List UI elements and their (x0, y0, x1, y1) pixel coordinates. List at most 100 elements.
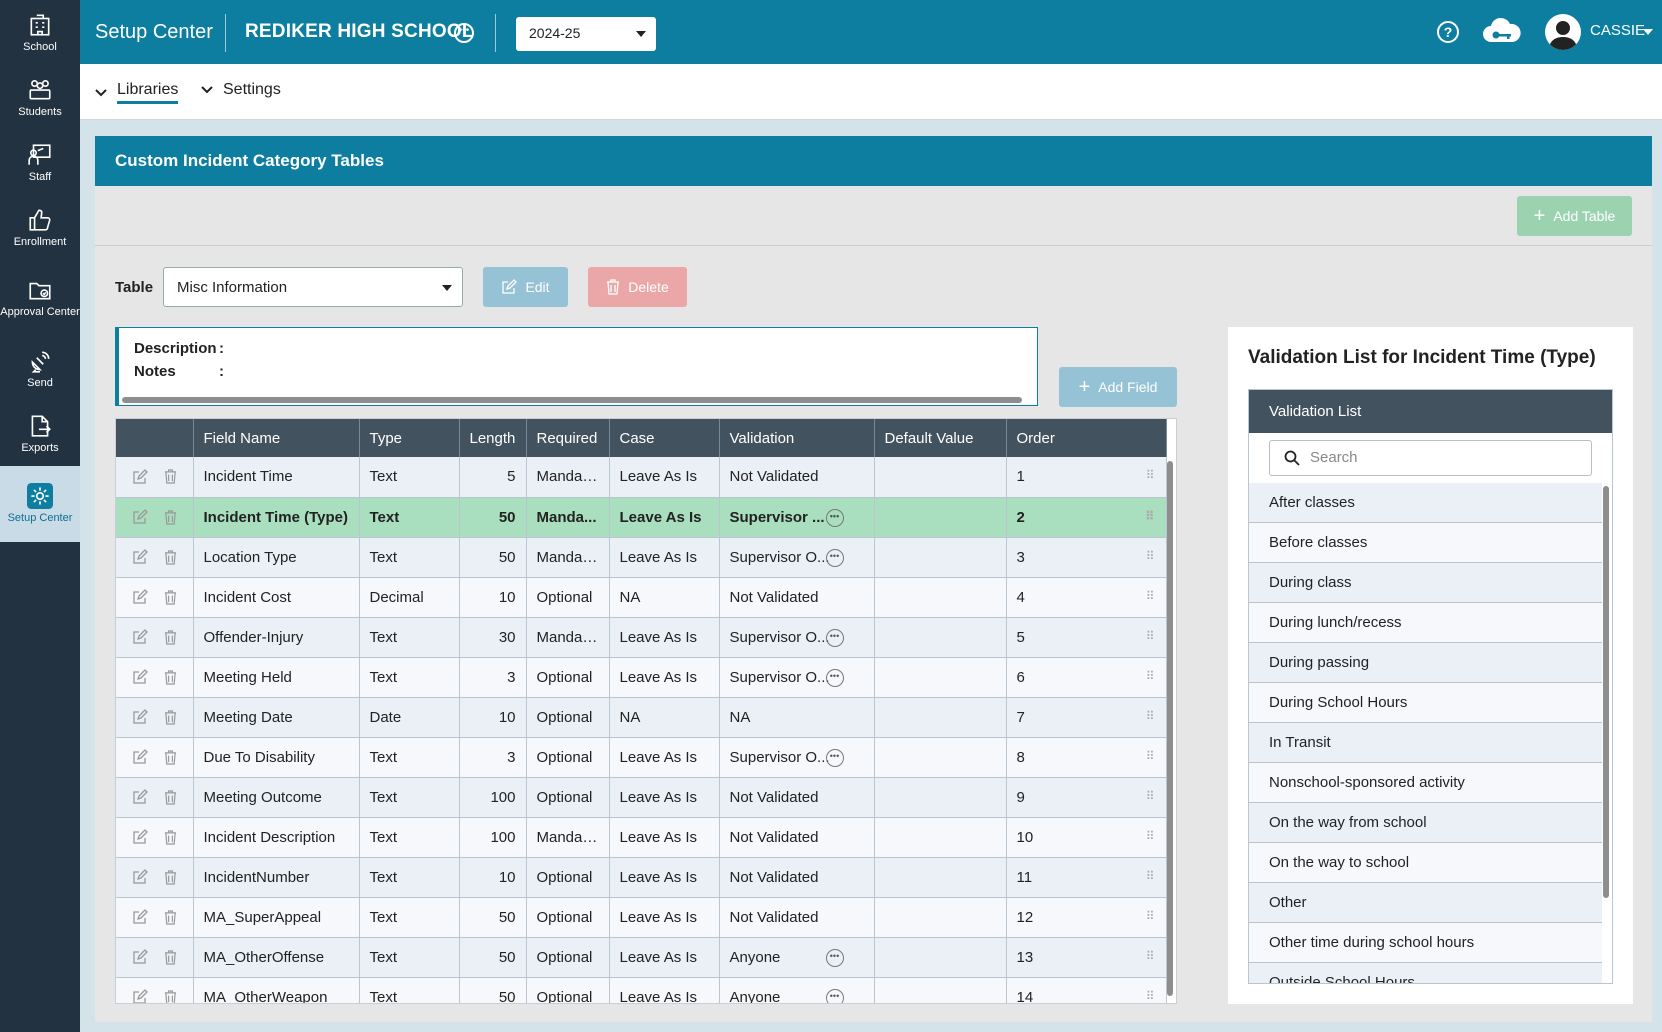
list-item[interactable]: Other time during school hours (1249, 923, 1602, 963)
table-row[interactable]: MA_OtherOffense Text 50 Optional Leave As Is… (116, 937, 1167, 978)
drag-handle-icon[interactable]: ⠿ (1146, 629, 1156, 643)
table-row[interactable]: Offender-Injury Text 30 Mandat... Leave As I… (116, 617, 1167, 658)
trash-icon[interactable] (164, 469, 177, 484)
trash-icon[interactable] (164, 869, 177, 885)
edit-table-button[interactable]: Edit (483, 267, 568, 307)
trash-icon[interactable] (164, 669, 177, 685)
validation-search-input[interactable] (1310, 449, 1580, 466)
trash-icon[interactable] (164, 509, 177, 525)
edit-icon[interactable] (132, 789, 148, 805)
user-name[interactable]: CASSIE (1590, 22, 1645, 39)
horizontal-scrollbar[interactable] (122, 397, 1022, 403)
nav-setup-center[interactable]: Setup Center (0, 466, 80, 542)
vertical-scrollbar[interactable] (1167, 461, 1173, 996)
table-select[interactable]: Misc Information (163, 267, 463, 307)
list-item[interactable]: During lunch/recess (1249, 603, 1602, 643)
trash-icon[interactable] (164, 989, 177, 1005)
trash-icon[interactable] (164, 749, 177, 765)
drag-handle-icon[interactable]: ⠿ (1146, 829, 1156, 843)
table-row[interactable]: Meeting Date Date 10 Optional NA NA 7 ⠿ (116, 697, 1167, 738)
column-header[interactable]: Length (459, 419, 527, 457)
nav-students[interactable]: Students (0, 65, 80, 130)
table-row[interactable]: Incident Time Text 5 Mandat... Leave As Is No… (116, 457, 1167, 498)
drag-handle-icon[interactable]: ⠿ (1146, 709, 1156, 723)
edit-icon[interactable] (132, 949, 148, 965)
more-icon[interactable]: ••• (825, 508, 844, 527)
edit-icon[interactable] (132, 509, 148, 525)
trash-icon[interactable] (164, 549, 177, 565)
drag-handle-icon[interactable]: ⠿ (1146, 669, 1156, 683)
table-row[interactable]: Due To Disability Text 3 Optional Leave As I… (116, 737, 1167, 778)
list-item[interactable]: During School Hours (1249, 683, 1602, 723)
more-icon[interactable]: ••• (825, 668, 844, 687)
drag-handle-icon[interactable]: ⠿ (1146, 989, 1156, 1003)
drag-handle-icon[interactable]: ⠿ (1146, 909, 1156, 923)
more-icon[interactable]: ••• (825, 628, 844, 647)
column-header[interactable]: Order (1006, 419, 1167, 457)
more-icon[interactable]: ••• (825, 948, 844, 967)
drag-handle-icon[interactable]: ⠿ (1146, 949, 1156, 963)
table-row[interactable]: Meeting Held Text 3 Optional Leave As Is Supe… (116, 657, 1167, 698)
drag-handle-icon[interactable]: ⠿ (1146, 549, 1156, 563)
add-field-button[interactable]: + Add Field (1059, 367, 1177, 407)
list-item[interactable]: Outside School Hours (1249, 963, 1602, 983)
more-icon[interactable]: ••• (825, 548, 844, 567)
list-item[interactable]: In Transit (1249, 723, 1602, 763)
drag-handle-icon[interactable]: ⠿ (1145, 509, 1155, 523)
edit-icon[interactable] (132, 869, 148, 885)
chevron-down-icon[interactable] (1643, 29, 1653, 35)
list-item[interactable]: Nonschool-sponsored activity (1249, 763, 1602, 803)
add-table-button[interactable]: + Add Table (1517, 196, 1632, 236)
nav-approval-center[interactable]: Approval Center (0, 260, 80, 336)
trash-icon[interactable] (164, 949, 177, 965)
vertical-scrollbar[interactable] (1603, 486, 1609, 898)
table-row[interactable]: Meeting Outcome Text 100 Optional Leave As I… (116, 777, 1167, 818)
table-row[interactable]: MA_SuperAppeal Text 50 Optional Leave As Is N… (116, 897, 1167, 938)
column-header[interactable]: Default Value (874, 419, 1007, 457)
trash-icon[interactable] (164, 829, 177, 845)
column-header[interactable]: Type (359, 419, 460, 457)
edit-icon[interactable] (132, 749, 148, 765)
nav-enrollment[interactable]: Enrollment (0, 195, 80, 260)
drag-handle-icon[interactable]: ⠿ (1146, 789, 1156, 803)
list-item[interactable]: Before classes (1249, 523, 1602, 563)
edit-icon[interactable] (132, 709, 148, 725)
edit-icon[interactable] (132, 589, 148, 605)
column-header[interactable]: Field Name (193, 419, 360, 457)
tab-libraries[interactable]: Libraries (95, 81, 179, 104)
avatar[interactable] (1545, 14, 1581, 50)
column-header[interactable]: Required (526, 419, 610, 457)
drag-handle-icon[interactable]: ⠿ (1146, 869, 1156, 883)
list-item[interactable]: On the way to school (1249, 843, 1602, 883)
edit-icon[interactable] (132, 669, 148, 685)
table-row[interactable]: Incident Time (Type) Text 50 Manda... Leave … (116, 497, 1167, 538)
more-icon[interactable]: ••• (825, 748, 844, 767)
edit-icon[interactable] (132, 629, 148, 645)
table-row[interactable]: IncidentNumber Text 10 Optional Leave As Is N… (116, 857, 1167, 898)
help-icon[interactable]: ? (1437, 21, 1459, 43)
trash-icon[interactable] (164, 789, 177, 805)
nav-school[interactable]: School (0, 0, 80, 65)
edit-icon[interactable] (132, 549, 148, 565)
trash-icon[interactable] (164, 629, 177, 645)
list-item[interactable]: Other (1249, 883, 1602, 923)
column-header[interactable]: Case (609, 419, 720, 457)
school-more-icon[interactable]: ••• (454, 23, 474, 43)
trash-icon[interactable] (164, 909, 177, 925)
drag-handle-icon[interactable]: ⠿ (1146, 749, 1156, 763)
nav-send[interactable]: Send (0, 336, 80, 401)
edit-icon[interactable] (132, 989, 148, 1004)
column-header[interactable]: Validation (719, 419, 875, 457)
nav-staff[interactable]: Staff (0, 130, 80, 195)
school-year-select[interactable]: 2024-25 (516, 17, 656, 51)
table-row[interactable]: Location Type Text 50 Mandat... Leave As Is S… (116, 537, 1167, 578)
list-item[interactable]: During class (1249, 563, 1602, 603)
cloud-key-icon[interactable] (1481, 16, 1523, 48)
table-row[interactable]: Incident Cost Decimal 10 Optional NA Not Vali… (116, 577, 1167, 618)
edit-icon[interactable] (132, 909, 148, 925)
trash-icon[interactable] (164, 709, 177, 725)
edit-icon[interactable] (132, 829, 148, 845)
tab-settings[interactable]: Settings (201, 81, 281, 99)
validation-search[interactable] (1269, 440, 1592, 476)
list-item[interactable]: After classes (1249, 483, 1602, 523)
